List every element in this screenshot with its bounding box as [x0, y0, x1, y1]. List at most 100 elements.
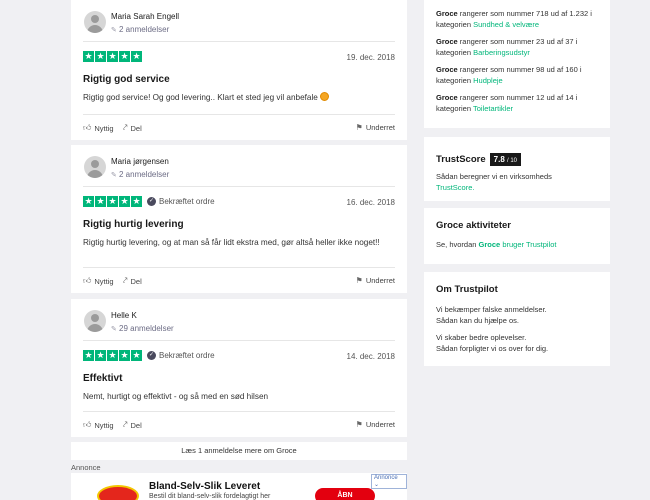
activities-card: Groce aktiviteter Se, hvordan Groce brug… — [424, 208, 610, 264]
reviewer-name[interactable]: Helle K — [111, 311, 137, 320]
trustscore-value: 7.8 — [493, 155, 505, 164]
helpful-button[interactable]: 👍︎ Nyttig — [83, 276, 114, 286]
ad-title[interactable]: Bland-Selv-Slik Leveret — [149, 481, 260, 492]
review-actions: 👍︎ Nyttig ⤤ Del ⚑ Underret — [83, 267, 395, 293]
ranking-item: Groce rangerer som nummer 23 ud af 37 i … — [424, 36, 610, 58]
verified-order-badge[interactable]: ✓ Bekræftet ordre — [147, 197, 215, 206]
share-label: Del — [130, 123, 142, 133]
review-title[interactable]: Rigtig god service — [83, 74, 395, 85]
activities-company-link[interactable]: Groce — [479, 240, 501, 249]
review-title[interactable]: Rigtig hurtig levering — [83, 219, 395, 230]
share-button[interactable]: ⤤ Del — [123, 420, 142, 430]
about-title: Om Trustpilot — [436, 284, 498, 295]
ranking-item: Groce rangerer som nummer 98 ud af 160 i… — [424, 64, 610, 86]
avatar[interactable] — [84, 310, 106, 332]
flag-icon: ⚑ — [355, 276, 363, 285]
advertisement[interactable]: Bland-Selv-Slik Leveret Bestil dit bland… — [71, 473, 407, 500]
share-label: Del — [130, 276, 142, 286]
star-icon: ★ — [131, 350, 142, 361]
share-label: Del — [130, 420, 142, 430]
ranking-company: Groce — [436, 37, 458, 46]
review-title[interactable]: Effektivt — [83, 373, 395, 384]
report-button[interactable]: ⚑ Underret — [356, 420, 395, 429]
ranking-card: Groce rangerer som nummer 718 ud af 1.23… — [424, 0, 610, 128]
star-icon: ★ — [95, 196, 106, 207]
trustscore-card: TrustScore 7.8 / 10 Sådan beregner vi en … — [424, 137, 610, 201]
about-link-1[interactable]: Sådan kan du hjælpe os. — [436, 315, 598, 326]
review-count-text: 2 anmeldelser — [119, 25, 170, 34]
flag-icon: ⚑ — [355, 123, 363, 132]
rating-row: ★ ★ ★ ★ ★ ✓ Bekræftet ordre 14. dec. 2018 — [83, 341, 395, 371]
ranking-category-link[interactable]: Toiletartikler — [473, 104, 513, 113]
star-icon: ★ — [83, 196, 94, 207]
ad-label: Annonce — [71, 463, 101, 472]
star-icon: ★ — [83, 350, 94, 361]
star-icon: ★ — [107, 196, 118, 207]
ad-open-button[interactable]: ÅBN — [315, 488, 375, 500]
read-more-reviews-button[interactable]: Læs 1 anmeldelse mere om Groce — [71, 442, 407, 460]
star-icon: ★ — [131, 196, 142, 207]
ad-tag-label: Annonce — [374, 475, 398, 481]
report-button[interactable]: ⚑ Underret — [356, 276, 395, 285]
trustscore-title: TrustScore — [436, 154, 486, 165]
review-actions: 👍︎ Nyttig ⤤ Del ⚑ Underret — [83, 114, 395, 140]
helpful-button[interactable]: 👍︎ Nyttig — [83, 420, 114, 430]
ranking-item: Groce rangerer som nummer 718 ud af 1.23… — [424, 8, 610, 30]
checkmark-icon: ✓ — [147, 351, 156, 360]
review-card: Maria jørgensen ✎ 2 anmeldelser ★ ★ ★ ★ ★ ✓ Be… — [71, 145, 407, 293]
avatar[interactable] — [84, 11, 106, 33]
reviewer-name[interactable]: Maria Sarah Engell — [111, 12, 179, 21]
review-body: Nemt, hurtigt og effektivt - og så med e… — [83, 392, 269, 401]
ranking-category-link[interactable]: Barberingsudstyr — [473, 48, 530, 57]
pencil-icon: ✎ — [111, 27, 117, 34]
review-date: 14. dec. 2018 — [346, 352, 395, 361]
share-icon: ⤤ — [123, 123, 128, 132]
activities-post-link[interactable]: bruger Trustpilot — [502, 240, 556, 249]
share-button[interactable]: ⤤ Del — [123, 276, 142, 286]
ad-choices-tag[interactable]: Annonce ⌄ — [371, 474, 407, 489]
chevron-down-icon: ⌄ — [374, 482, 380, 488]
thumbs-up-icon: 👍︎ — [83, 123, 92, 132]
ranking-category-link[interactable]: Hudpleje — [473, 76, 503, 85]
star-icon: ★ — [107, 350, 118, 361]
report-button[interactable]: ⚑ Underret — [356, 123, 395, 132]
review-count: ✎ 2 anmeldelser — [111, 25, 169, 34]
review-header: Maria Sarah Engell ✎ 2 anmeldelser — [83, 0, 395, 42]
share-button[interactable]: ⤤ Del — [123, 123, 142, 133]
review-body: Rigtig hurtig levering, og at man så får… — [83, 238, 380, 247]
about-link-2[interactable]: Sådan forpligter vi os over for dig. — [436, 343, 598, 354]
review-date: 19. dec. 2018 — [346, 53, 395, 62]
review-header: Maria jørgensen ✎ 2 anmeldelser — [83, 145, 395, 187]
review-body: Rigtig god service! Og god levering.. Kl… — [83, 91, 395, 104]
thumbs-up-icon: 👍︎ — [83, 276, 92, 285]
star-rating: ★ ★ ★ ★ ★ — [83, 51, 142, 62]
trustscore-link[interactable]: TrustScore. — [436, 183, 474, 192]
ranking-item: Groce rangerer som nummer 12 ud af 14 i … — [424, 92, 610, 114]
star-icon: ★ — [119, 51, 130, 62]
flag-icon: ⚑ — [355, 420, 363, 429]
ad-logo[interactable] — [97, 485, 139, 500]
verified-order-badge[interactable]: ✓ Bekræftet ordre — [147, 351, 215, 360]
trustscore-text: Sådan beregner vi en virksomheds TrustSco… — [436, 171, 598, 193]
thumbs-up-icon: 👍︎ — [83, 420, 92, 429]
about-line-1: Vi bekæmper falske anmeldelser. — [436, 305, 547, 314]
ranking-company: Groce — [436, 65, 458, 74]
trustscore-desc: Sådan beregner vi en virksomheds — [436, 172, 552, 181]
avatar[interactable] — [84, 156, 106, 178]
star-icon: ★ — [119, 196, 130, 207]
review-actions: 👍︎ Nyttig ⤤ Del ⚑ Underret — [83, 411, 395, 437]
pencil-icon: ✎ — [111, 326, 117, 333]
ranking-company: Groce — [436, 9, 458, 18]
review-card: Maria Sarah Engell ✎ 2 anmeldelser ★ ★ ★ ★ ★ … — [71, 0, 407, 140]
report-label: Underret — [365, 123, 395, 132]
reviewer-name[interactable]: Maria jørgensen — [111, 157, 169, 166]
helpful-label: Nyttig — [94, 123, 114, 133]
heart-eyes-emoji-icon — [320, 92, 330, 101]
helpful-button[interactable]: 👍︎ Nyttig — [83, 123, 114, 133]
star-rating: ★ ★ ★ ★ ★ — [83, 196, 142, 207]
ranking-category-link[interactable]: Sundhed & velvære — [473, 20, 539, 29]
trustscore-scale: / 10 — [507, 158, 518, 164]
review-count-text: 2 anmeldelser — [119, 170, 170, 179]
report-label: Underret — [365, 276, 395, 285]
star-icon: ★ — [107, 51, 118, 62]
